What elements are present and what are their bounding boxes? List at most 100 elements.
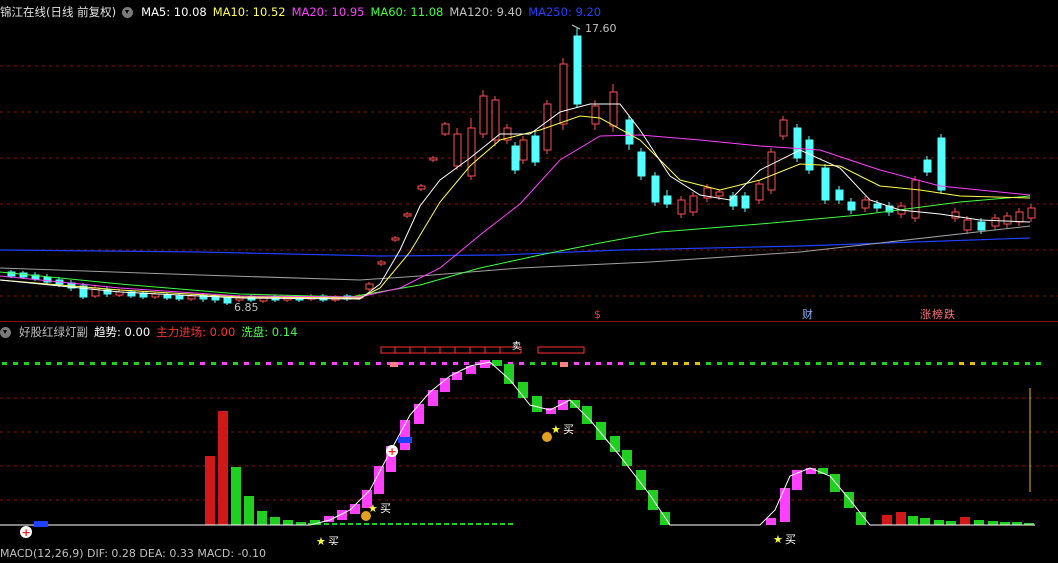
- signal-dot: [255, 362, 260, 365]
- signal-dot: [607, 362, 612, 365]
- signal-dot: [442, 362, 447, 365]
- event-marker-s[interactable]: $: [594, 308, 601, 320]
- candle: [911, 179, 920, 219]
- baseline-dash: [508, 523, 513, 525]
- candle: [559, 63, 568, 125]
- baseline-dash: [348, 523, 353, 525]
- high-price-label: 17.60: [585, 22, 617, 35]
- candle: [491, 99, 500, 141]
- signal-dot: [794, 362, 799, 365]
- candle: [223, 297, 232, 304]
- trend-bar: [960, 517, 970, 525]
- signal-dot: [68, 362, 73, 365]
- candle: [835, 189, 844, 201]
- svg-text:+: +: [22, 526, 31, 539]
- candle: [793, 127, 802, 159]
- indicator-chart[interactable]: 卖 ★ 买 ★ 买 ★ 买 ★ 买 + +: [0, 340, 1058, 545]
- candle: [609, 91, 618, 127]
- signal-dot: [992, 362, 997, 365]
- ma250-line: [0, 237, 1031, 257]
- ma60-label: MA60: 11.08: [370, 5, 444, 19]
- signal-dot: [882, 362, 887, 365]
- main-chart-header: 锦江在线(日线 前复权) MA5: 10.08 MA10: 10.52 MA20…: [0, 3, 601, 21]
- signal-dot: [288, 362, 293, 365]
- signal-dot: [332, 362, 337, 365]
- signal-dot: [706, 362, 711, 365]
- svg-text:★: ★: [551, 423, 561, 436]
- panel-divider[interactable]: [0, 321, 1058, 322]
- ma60-line: [0, 195, 1031, 298]
- wash-bar: [270, 517, 280, 525]
- candle: [403, 213, 412, 217]
- plus-marker[interactable]: +: [20, 521, 48, 539]
- high-arrow: [571, 24, 581, 30]
- signal-dot: [266, 362, 271, 365]
- candle: [729, 195, 738, 207]
- baseline-dash: [444, 523, 449, 525]
- signal-dot: [739, 362, 744, 365]
- signal-dot: [222, 362, 227, 365]
- signal-dot: [354, 362, 359, 365]
- candle: [377, 261, 386, 265]
- candle: [573, 35, 582, 105]
- trend-bar: [532, 396, 542, 412]
- buy-marker[interactable]: ★ 买: [542, 423, 574, 442]
- stock-title[interactable]: 锦江在线(日线 前复权): [0, 3, 116, 21]
- signal-dot: [13, 362, 18, 365]
- low-price-label: 6.85: [234, 301, 259, 314]
- indicator-dropdown-icon[interactable]: [0, 326, 11, 338]
- signal-dot: [431, 362, 436, 365]
- signal-dot: [970, 362, 975, 365]
- ma5-label: MA5: 10.08: [141, 5, 207, 19]
- signal-dot: [101, 362, 106, 365]
- buy-marker[interactable]: ★ 买: [773, 533, 796, 545]
- signal-dot: [552, 362, 557, 365]
- signal-dot: [596, 362, 601, 365]
- baseline-dash: [420, 523, 425, 525]
- candle: [453, 133, 462, 167]
- signal-dot: [827, 362, 832, 365]
- event-marker-bang[interactable]: 榜: [932, 307, 943, 320]
- candle: [1015, 211, 1024, 223]
- signal-dot: [937, 362, 942, 365]
- signal-dot: [860, 362, 865, 365]
- event-marker-zhang[interactable]: 涨: [920, 308, 931, 320]
- event-marker-cai[interactable]: 财: [802, 307, 813, 320]
- candle: [365, 283, 374, 290]
- signal-box: [537, 346, 585, 354]
- trend-bar: [974, 520, 984, 525]
- candle: [821, 167, 830, 201]
- main-force-bar: [218, 411, 228, 525]
- indicator-title[interactable]: 好股红绿灯副: [19, 323, 88, 341]
- baseline-dash: [412, 523, 417, 525]
- main-force-label: 主力进场: 0.00: [156, 325, 236, 339]
- trend-bar: [622, 450, 632, 466]
- ma120-line: [0, 225, 1031, 281]
- candle: [651, 175, 660, 203]
- signal-dot: [981, 362, 986, 365]
- ma20-label: MA20: 10.95: [291, 5, 365, 19]
- buy-marker[interactable]: ★ 买: [316, 535, 339, 545]
- candle: [1027, 207, 1036, 219]
- baseline-dash: [332, 523, 337, 525]
- candlesticks: [7, 28, 1036, 305]
- trend-curve: [0, 361, 1035, 526]
- trend-bar: [882, 515, 892, 525]
- price-chart[interactable]: 17.60 6.85 $ 财 涨 榜 跌: [0, 20, 1058, 320]
- trend-bar: [504, 364, 514, 384]
- signal-dot: [156, 362, 161, 365]
- svg-text:★: ★: [368, 502, 378, 515]
- candle: [187, 295, 196, 300]
- signal-dot: [200, 362, 205, 365]
- dropdown-icon[interactable]: [122, 6, 134, 18]
- signal-dot: [926, 362, 931, 365]
- price-gridlines: [0, 65, 1058, 297]
- baseline-dash: [492, 523, 497, 525]
- signal-dot: [915, 362, 920, 365]
- signal-dot: [640, 362, 645, 365]
- event-marker-die[interactable]: 跌: [944, 307, 955, 320]
- trend-bar: [780, 488, 790, 522]
- signal-dot: [530, 362, 535, 365]
- candle: [1003, 215, 1012, 225]
- candle: [441, 123, 450, 135]
